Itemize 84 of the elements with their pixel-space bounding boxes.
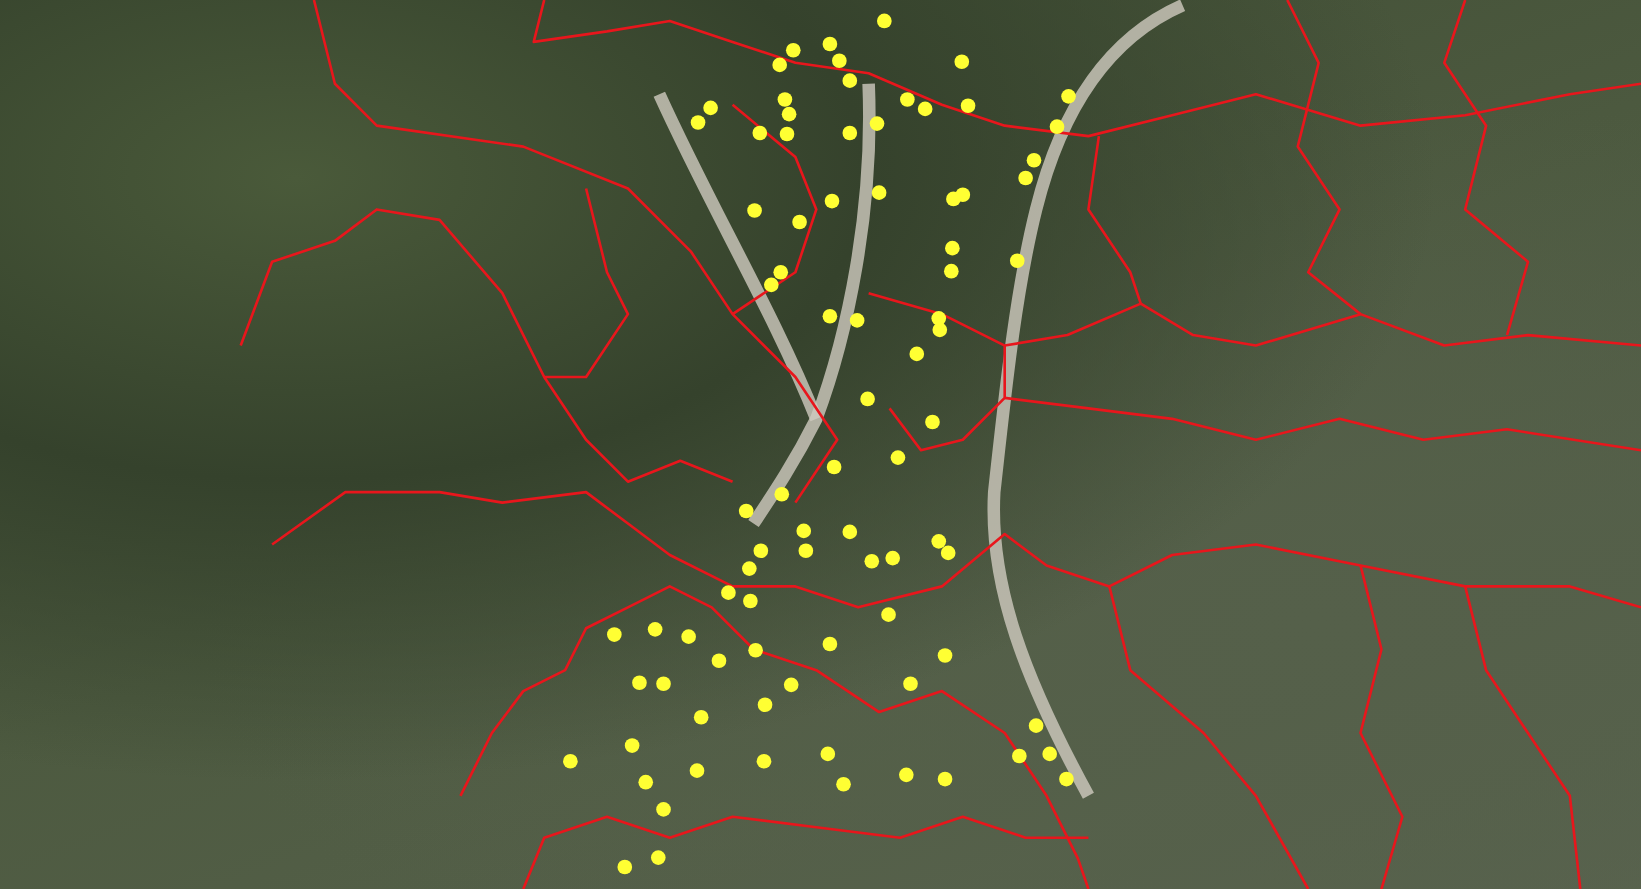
map-marker[interactable] — [1042, 746, 1057, 762]
map-marker[interactable] — [917, 101, 933, 117]
map-marker[interactable] — [822, 36, 838, 52]
map-marker[interactable] — [689, 763, 705, 778]
map-marker[interactable] — [681, 629, 696, 644]
map-marker[interactable] — [932, 322, 948, 338]
map-marker[interactable] — [931, 311, 947, 326]
map-marker[interactable] — [638, 774, 654, 790]
map-marker[interactable] — [826, 459, 842, 475]
map-marker[interactable] — [937, 771, 953, 787]
map-marker[interactable] — [900, 92, 915, 107]
map-marker[interactable] — [647, 622, 663, 637]
map-marker[interactable] — [824, 193, 840, 209]
map-marker[interactable] — [693, 709, 709, 725]
map-marker[interactable] — [1009, 253, 1025, 269]
map-marker[interactable] — [747, 203, 762, 218]
map-marker[interactable] — [721, 585, 736, 600]
map-marker[interactable] — [1061, 89, 1076, 104]
map-marker[interactable] — [822, 308, 838, 324]
map-marker[interactable] — [757, 697, 773, 713]
map-marker[interactable] — [960, 98, 976, 114]
map-marker[interactable] — [842, 125, 858, 141]
map-marker[interactable] — [773, 264, 789, 280]
map-marker[interactable] — [832, 53, 847, 69]
map-marker[interactable] — [783, 677, 799, 693]
map-marker[interactable] — [753, 543, 769, 559]
map-marker[interactable] — [822, 636, 838, 652]
map-marker[interactable] — [1049, 119, 1065, 135]
map-marker[interactable] — [1012, 748, 1027, 764]
map-marker[interactable] — [777, 92, 793, 107]
map-marker[interactable] — [743, 593, 758, 609]
map-marker[interactable] — [690, 115, 706, 130]
map-marker[interactable] — [885, 550, 901, 566]
map-marker[interactable] — [944, 263, 959, 279]
map-marker[interactable] — [864, 553, 880, 569]
map-marker[interactable] — [881, 607, 896, 622]
map-marker[interactable] — [792, 214, 807, 230]
map-marker[interactable] — [849, 313, 865, 328]
map-marker[interactable] — [798, 543, 814, 559]
map-marker[interactable] — [774, 486, 790, 502]
map-marker[interactable] — [624, 738, 640, 753]
map-marker[interactable] — [890, 450, 906, 465]
map-marker[interactable] — [742, 561, 757, 576]
map-marker[interactable] — [1018, 170, 1033, 186]
map-marker[interactable] — [703, 100, 718, 116]
map-marker[interactable] — [711, 653, 727, 669]
map-marker[interactable] — [752, 125, 768, 141]
map-marker[interactable] — [836, 776, 851, 792]
map-marker[interactable] — [871, 185, 887, 200]
map-marker[interactable] — [820, 746, 836, 762]
map-marker[interactable] — [764, 277, 779, 293]
map-marker[interactable] — [781, 106, 797, 122]
map-marker[interactable] — [899, 767, 914, 783]
map-marker[interactable] — [860, 391, 875, 407]
map-marker[interactable] — [772, 57, 787, 73]
map-marker[interactable] — [607, 627, 622, 642]
map-marker[interactable] — [954, 54, 970, 70]
map-marker[interactable] — [937, 648, 953, 663]
map-marker[interactable] — [1028, 718, 1044, 733]
map-marker[interactable] — [785, 42, 801, 58]
map-marker[interactable] — [796, 523, 812, 539]
map-marker[interactable] — [903, 676, 918, 692]
map-marker[interactable] — [925, 414, 940, 430]
map-marker[interactable] — [955, 187, 971, 203]
map-marker[interactable] — [656, 802, 671, 817]
map-marker[interactable] — [563, 753, 578, 769]
map-marker[interactable] — [842, 524, 858, 540]
map-marker[interactable] — [1059, 771, 1074, 787]
map-marker[interactable] — [650, 850, 666, 865]
map-marker[interactable] — [909, 346, 925, 362]
map-marker[interactable] — [869, 116, 885, 131]
map-marker[interactable] — [877, 13, 892, 29]
map-marker[interactable] — [632, 675, 647, 691]
map-marker[interactable] — [756, 753, 772, 769]
map-marker[interactable] — [617, 859, 633, 875]
map-marker[interactable] — [748, 642, 763, 658]
map-marker[interactable] — [656, 676, 671, 692]
map-marker[interactable] — [940, 545, 956, 561]
map-marker[interactable] — [1026, 152, 1042, 168]
map-marker[interactable] — [779, 126, 795, 142]
map-marker[interactable] — [945, 240, 960, 256]
map-marker[interactable] — [931, 534, 947, 549]
map-marker[interactable] — [738, 503, 754, 519]
map-marker[interactable] — [842, 73, 858, 88]
